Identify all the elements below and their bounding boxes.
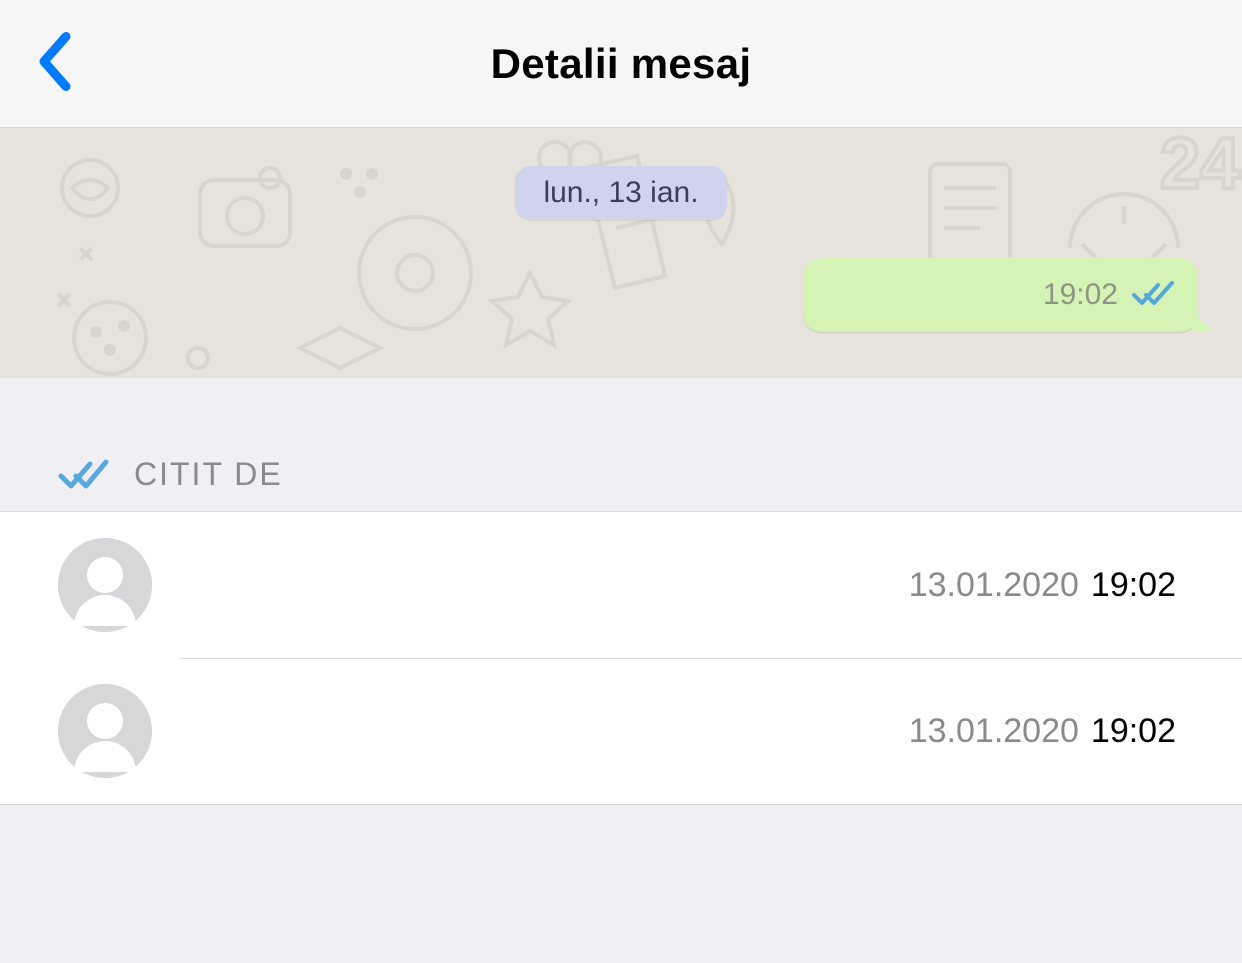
chat-preview-area: 24 lun., 13 ian. 19:02 — [0, 128, 1242, 378]
message-time: 19:02 — [1043, 278, 1118, 312]
read-date: 13.01.2020 — [909, 566, 1079, 605]
read-by-row[interactable]: 13.01.2020 19:02 — [0, 658, 1242, 804]
message-bubble[interactable]: 19:02 — [803, 258, 1198, 332]
svg-text:24: 24 — [1160, 128, 1240, 204]
date-pill: lun., 13 ian. — [515, 166, 726, 220]
avatar — [58, 684, 152, 778]
read-by-header: CITIT DE — [0, 442, 1242, 511]
person-icon — [58, 684, 152, 778]
read-by-list: 13.01.2020 19:02 13.01.2020 19:02 — [0, 511, 1242, 805]
read-time: 19:02 — [1091, 712, 1176, 751]
section-gap — [0, 378, 1242, 442]
double-check-read-icon — [1132, 281, 1176, 309]
read-by-label: CITIT DE — [134, 456, 283, 493]
read-date: 13.01.2020 — [909, 712, 1079, 751]
header-bar: Detalii mesaj — [0, 0, 1242, 128]
read-time: 19:02 — [1091, 566, 1176, 605]
avatar — [58, 538, 152, 632]
chevron-left-icon — [34, 30, 72, 92]
page-title: Detalii mesaj — [0, 40, 1242, 88]
person-icon — [58, 538, 152, 632]
double-check-read-icon — [58, 459, 110, 491]
back-button[interactable] — [34, 30, 72, 97]
read-by-row[interactable]: 13.01.2020 19:02 — [0, 512, 1242, 658]
